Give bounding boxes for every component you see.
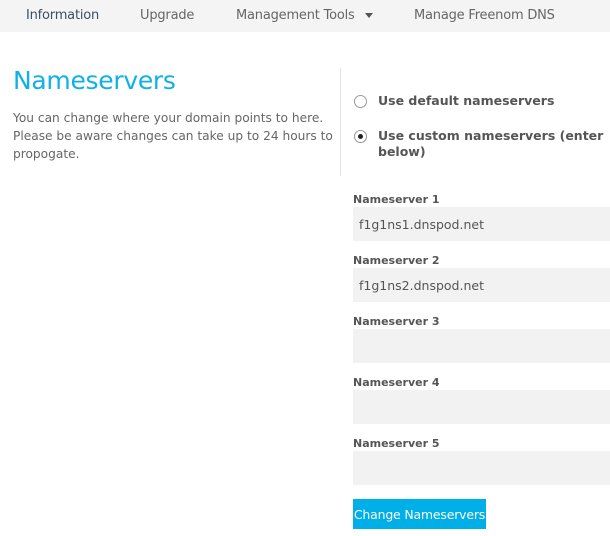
change-nameservers-button[interactable]: Change Nameservers: [353, 499, 486, 529]
nameserver-3-label: Nameserver 3: [353, 315, 440, 328]
radio-default[interactable]: [354, 95, 367, 108]
page-title: Nameservers: [13, 66, 176, 95]
nameserver-2-input[interactable]: [353, 268, 610, 302]
nav-information[interactable]: Information: [26, 8, 99, 23]
nav-management-tools-label: Management Tools: [236, 8, 355, 23]
nav-management-tools[interactable]: Management Tools: [236, 8, 373, 23]
radio-custom[interactable]: [354, 130, 367, 143]
option-custom-label: Use custom nameservers (enter below): [378, 128, 604, 159]
option-default-label: Use default nameservers: [378, 93, 555, 108]
nameserver-2-label: Nameserver 2: [353, 254, 440, 267]
top-nav: Information Upgrade Management Tools Man…: [0, 0, 610, 32]
nameserver-4-input[interactable]: [353, 390, 610, 424]
nameserver-3-input[interactable]: [353, 329, 610, 363]
option-custom-nameservers[interactable]: Use custom nameservers (enter below): [354, 128, 604, 160]
nameserver-5-label: Nameserver 5: [353, 437, 440, 450]
nav-upgrade[interactable]: Upgrade: [140, 8, 194, 23]
nameserver-4-label: Nameserver 4: [353, 376, 440, 389]
chevron-down-icon: [364, 13, 373, 18]
nameserver-1-label: Nameserver 1: [353, 193, 440, 206]
section-description: You can change where your domain points …: [13, 111, 333, 161]
nameserver-5-input[interactable]: [353, 451, 610, 485]
nav-manage-freenom-dns[interactable]: Manage Freenom DNS: [414, 8, 555, 23]
nameserver-1-input[interactable]: [353, 207, 610, 241]
option-default-nameservers[interactable]: Use default nameservers: [354, 93, 604, 109]
divider: [340, 68, 341, 176]
